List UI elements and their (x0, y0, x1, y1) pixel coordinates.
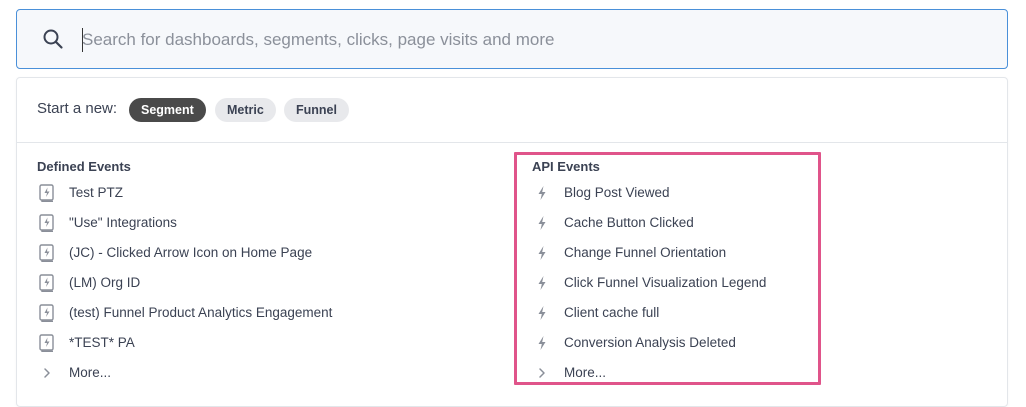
start-new-row: Start a new: Segment Metric Funnel (17, 78, 1007, 143)
api-event-label: Change Funnel Orientation (564, 245, 727, 260)
api-event-label: Click Funnel Visualization Legend (564, 275, 767, 290)
defined-event-label: Test PTZ (69, 185, 124, 200)
book-lightning-icon (39, 244, 54, 262)
lightning-icon (538, 216, 546, 230)
defined-event-label: (JC) - Clicked Arrow Icon on Home Page (69, 245, 313, 260)
book-lightning-icon (39, 184, 54, 202)
lightning-icon (538, 336, 546, 350)
lightning-icon (538, 306, 546, 320)
api-event-label: Cache Button Clicked (564, 215, 694, 230)
more-label: More... (564, 365, 607, 380)
book-lightning-icon (39, 334, 54, 352)
lightning-icon (538, 246, 546, 260)
defined-event-label: *TEST* PA (69, 335, 135, 350)
lightning-icon (538, 276, 546, 290)
api-event-label: Blog Post Viewed (564, 185, 670, 200)
chevron-right-icon (539, 368, 545, 378)
defined-events-title: Defined Events (37, 159, 131, 174)
defined-event-label: "Use" Integrations (69, 215, 177, 230)
defined-event-label: (LM) Org ID (69, 275, 141, 290)
book-lightning-icon (39, 304, 54, 322)
metric-chip[interactable]: Metric (215, 98, 276, 122)
api-events-title: API Events (532, 159, 600, 174)
funnel-chip[interactable]: Funnel (284, 98, 349, 122)
more-label: More... (69, 365, 112, 380)
book-lightning-icon (39, 274, 54, 292)
search-icon (43, 29, 63, 49)
search-input[interactable] (82, 24, 982, 56)
quick-start-panel: Start a new: Segment Metric Funnel Defin… (16, 77, 1008, 407)
api-event-label: Client cache full (564, 305, 660, 320)
chevron-right-icon (44, 368, 50, 378)
lightning-icon (538, 186, 546, 200)
start-new-label: Start a new: (37, 100, 118, 117)
segment-chip[interactable]: Segment (129, 98, 206, 122)
api-event-label: Conversion Analysis Deleted (564, 335, 736, 350)
defined-event-label: (test) Funnel Product Analytics Engageme… (69, 305, 333, 320)
search-bar[interactable] (16, 9, 1008, 69)
book-lightning-icon (39, 214, 54, 232)
